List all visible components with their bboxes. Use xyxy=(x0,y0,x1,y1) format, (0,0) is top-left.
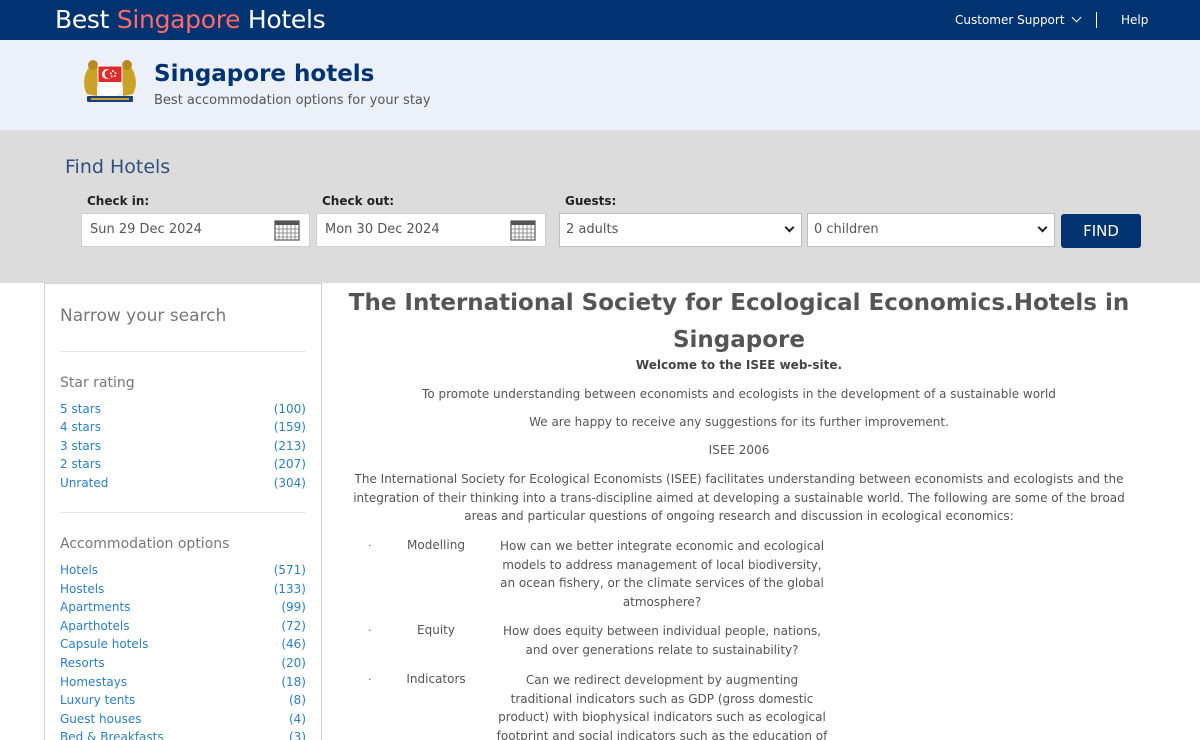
filter-count: (571) xyxy=(273,563,306,577)
topic-question: How can we better integrate economic and… xyxy=(499,539,825,609)
mission-text: To promote understanding between economi… xyxy=(422,387,1056,401)
filter-aparthotels[interactable]: Aparthotels (72) xyxy=(60,619,306,635)
coat-of-arms-icon xyxy=(84,60,136,102)
filter-count: (304) xyxy=(273,476,306,490)
find-button[interactable]: FIND xyxy=(1061,214,1141,248)
filter-unrated[interactable]: Unrated (304) xyxy=(60,476,306,492)
filter-apartments[interactable]: Apartments (99) xyxy=(60,600,306,616)
topic-question: Can we redirect development by augmentin… xyxy=(496,673,828,740)
filter-label: Aparthotels xyxy=(60,619,130,633)
filter-label: Capsule hotels xyxy=(60,637,149,651)
filter-label: Hotels xyxy=(60,563,99,577)
filter-label: Homestays xyxy=(60,675,128,689)
filter-label: Resorts xyxy=(60,656,105,670)
accommodation-heading: Accommodation options xyxy=(60,536,230,552)
checkout-value: Mon 30 Dec 2024 xyxy=(325,222,440,237)
brand-part-best: Best xyxy=(55,5,117,34)
filter-count: (159) xyxy=(273,420,306,434)
filter-label: Hostels xyxy=(60,582,105,596)
chevron-down-icon xyxy=(1037,222,1048,233)
brand-part-hotels: Hotels xyxy=(240,5,326,34)
filter-count: (133) xyxy=(273,582,306,596)
filter-bed-breakfasts[interactable]: Bed & Breakfasts (3) xyxy=(60,730,306,740)
filter-label: Luxury tents xyxy=(60,693,136,707)
filter-count: (18) xyxy=(281,675,306,689)
checkin-label: Check in: xyxy=(87,194,150,208)
customer-support-label: Customer Support xyxy=(955,13,1065,27)
filter-guest-houses[interactable]: Guest houses (4) xyxy=(60,712,306,728)
calendar-icon[interactable] xyxy=(510,219,536,241)
filter-count: (100) xyxy=(273,402,306,416)
filter-homestays[interactable]: Homestays (18) xyxy=(60,675,306,691)
filter-count: (4) xyxy=(289,712,306,726)
filter-label: 2 stars xyxy=(60,457,101,471)
filter-count: (72) xyxy=(281,619,306,633)
topic-name: Equity xyxy=(417,623,455,637)
intro-paragraph: The International Society for Ecological… xyxy=(353,472,1125,523)
filter-star-4[interactable]: 4 stars (159) xyxy=(60,420,306,436)
year-heading: ISEE 2006 xyxy=(708,443,770,457)
filter-count: (213) xyxy=(273,439,306,453)
filter-count: (207) xyxy=(273,457,306,471)
topic-question: How does equity between individual peopl… xyxy=(502,624,822,657)
top-nav-bar: Best Singapore Hotels Customer Support H… xyxy=(0,0,1200,40)
filter-resorts[interactable]: Resorts (20) xyxy=(60,656,306,672)
filter-label: Bed & Breakfasts xyxy=(60,730,164,740)
narrow-search-heading: Narrow your search xyxy=(60,306,227,326)
bullet-marker: · xyxy=(368,624,372,637)
filter-label: 3 stars xyxy=(60,439,101,453)
help-link[interactable]: Help xyxy=(1121,13,1148,27)
site-subtitle: Best accommodation options for your stay xyxy=(154,93,431,108)
suggestions-text: We are happy to receive any suggestions … xyxy=(529,415,949,429)
filter-label: 5 stars xyxy=(60,402,101,416)
chevron-down-icon xyxy=(784,222,795,233)
welcome-text: Welcome to the ISEE web-site. xyxy=(635,358,843,372)
filter-count: (3) xyxy=(289,730,306,740)
page-title: The International Society for Ecological… xyxy=(348,290,1130,353)
filter-label: Apartments xyxy=(60,600,131,614)
adults-select[interactable]: 2 adults xyxy=(559,213,802,247)
filter-hotels[interactable]: Hotels (571) xyxy=(60,563,306,579)
chevron-down-icon xyxy=(1071,12,1081,23)
checkout-label: Check out: xyxy=(322,194,395,208)
filter-capsule-hotels[interactable]: Capsule hotels (46) xyxy=(60,637,306,653)
filter-label: Guest houses xyxy=(60,712,142,726)
filter-count: (20) xyxy=(281,656,306,670)
find-hotels-heading: Find Hotels xyxy=(65,156,171,178)
filter-count: (8) xyxy=(289,693,306,707)
filter-count: (46) xyxy=(281,637,306,651)
filter-star-2[interactable]: 2 stars (207) xyxy=(60,457,306,473)
customer-support-menu[interactable]: Customer Support xyxy=(955,12,1081,27)
sidebar-divider xyxy=(60,512,306,513)
filter-label: Unrated xyxy=(60,476,109,490)
star-rating-heading: Star rating xyxy=(60,375,135,391)
sidebar-divider xyxy=(60,351,306,352)
site-title: Singapore hotels xyxy=(154,61,375,87)
filter-hostels[interactable]: Hostels (133) xyxy=(60,582,306,598)
children-select[interactable]: 0 children xyxy=(807,213,1055,247)
brand-logo-text[interactable]: Best Singapore Hotels xyxy=(55,5,326,34)
topic-name: Indicators xyxy=(406,672,466,686)
filter-star-5[interactable]: 5 stars (100) xyxy=(60,402,306,418)
guests-label: Guests: xyxy=(565,194,617,208)
filter-star-3[interactable]: 3 stars (213) xyxy=(60,439,306,455)
bullet-marker: · xyxy=(368,539,372,552)
filter-luxury-tents[interactable]: Luxury tents (8) xyxy=(60,693,306,709)
adults-value: 2 adults xyxy=(566,222,619,237)
filter-label: 4 stars xyxy=(60,420,101,434)
children-value: 0 children xyxy=(814,222,879,237)
nav-divider xyxy=(1096,12,1097,28)
checkin-value: Sun 29 Dec 2024 xyxy=(90,222,202,237)
bullet-marker: · xyxy=(368,673,372,686)
topic-name: Modelling xyxy=(407,538,465,552)
filter-count: (99) xyxy=(281,600,306,614)
brand-part-singapore: Singapore xyxy=(116,5,241,34)
calendar-icon[interactable] xyxy=(274,219,300,241)
